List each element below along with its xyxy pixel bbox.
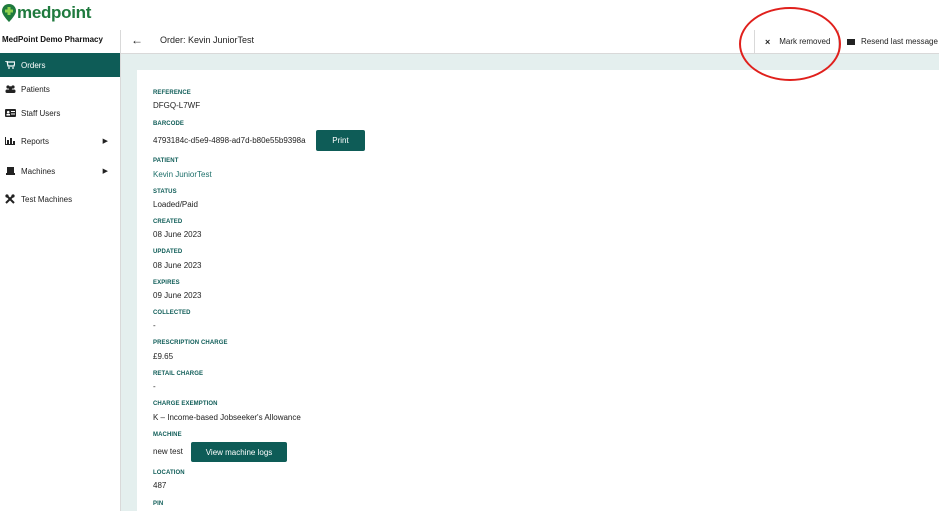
sidebar-item-label: Staff Users [21,108,61,118]
status-label: STATUS [153,189,177,195]
sidebar-item-label: Machines [21,166,56,176]
people-icon [3,85,17,93]
location-pin-icon [2,4,16,22]
chevron-right-icon: ▶ [102,138,108,145]
prescription-charge-label: PRESCRIPTION CHARGE [153,340,228,346]
tools-icon [3,194,17,204]
pin-label: PIN [153,501,164,507]
chevron-right-icon: ▶ [102,168,108,175]
sidebar-item-patients[interactable]: Patients [0,77,120,101]
machine-value: new test [153,447,183,456]
charge-exemption-label: CHARGE EXEMPTION [153,401,218,407]
sidebar-item-label: Reports [21,136,50,146]
retail-charge-label: RETAIL CHARGE [153,371,204,377]
reference-label: REFERENCE [153,90,191,96]
logo-text: medpoint [17,3,92,22]
machine-icon [3,167,17,175]
location-value: 487 [153,481,167,490]
charge-exemption-value: K – Income-based Jobseeker's Allowance [153,413,301,422]
patient-link[interactable]: Kevin JuniorTest [153,170,212,179]
collected-label: COLLECTED [153,310,191,316]
created-label: CREATED [153,219,183,225]
sidebar-item-machines[interactable]: Machines ▶ [0,159,120,183]
collected-value: - [153,321,156,330]
sidebar-item-staff-users[interactable]: Staff Users [0,101,120,125]
location-label: LOCATION [153,470,185,476]
sidebar-item-orders[interactable]: Orders [0,53,120,77]
sidebar-item-test-machines[interactable]: Test Machines [0,187,120,211]
sidebar-item-label: Patients [21,84,50,94]
page-title: Order: Kevin JuniorTest [160,35,255,45]
expires-label: EXPIRES [153,280,180,286]
envelope-icon [847,38,855,45]
resend-label: Resend last message [861,37,938,46]
annotation-circle [739,7,841,81]
barcode-value: 4793184c-d5e9-4898-ad7d-b80e55b9398a [153,136,306,145]
barcode-label: BARCODE [153,121,185,127]
view-machine-logs-button[interactable]: View machine logs [191,442,287,462]
id-card-icon [3,109,17,117]
sidebar-item-label: Test Machines [21,194,73,204]
prescription-charge-value: £9.65 [153,352,174,361]
sidebar: Orders Patients Staff Users Reports ▶ Ma… [0,53,121,511]
resend-last-message-button[interactable]: Resend last message [838,30,939,53]
pharmacy-name: MedPoint Demo Pharmacy [2,35,103,44]
print-button[interactable]: Print [316,130,365,151]
reference-value: DFGQ-L7WF [153,101,201,110]
machine-label: MACHINE [153,432,182,438]
back-arrow-icon[interactable]: ← [131,33,143,47]
patient-label: PATIENT [153,158,179,164]
chart-icon [3,137,17,145]
header-divider [120,30,121,53]
retail-charge-value: - [153,382,156,391]
cart-icon [3,61,17,69]
created-value: 08 June 2023 [153,230,202,239]
sidebar-item-label: Orders [21,60,46,70]
updated-label: UPDATED [153,249,183,255]
updated-value: 08 June 2023 [153,261,202,270]
status-value: Loaded/Paid [153,200,198,209]
expires-value: 09 June 2023 [153,291,202,300]
sidebar-item-reports[interactable]: Reports ▶ [0,129,120,153]
logo[interactable]: medpoint [2,3,91,23]
